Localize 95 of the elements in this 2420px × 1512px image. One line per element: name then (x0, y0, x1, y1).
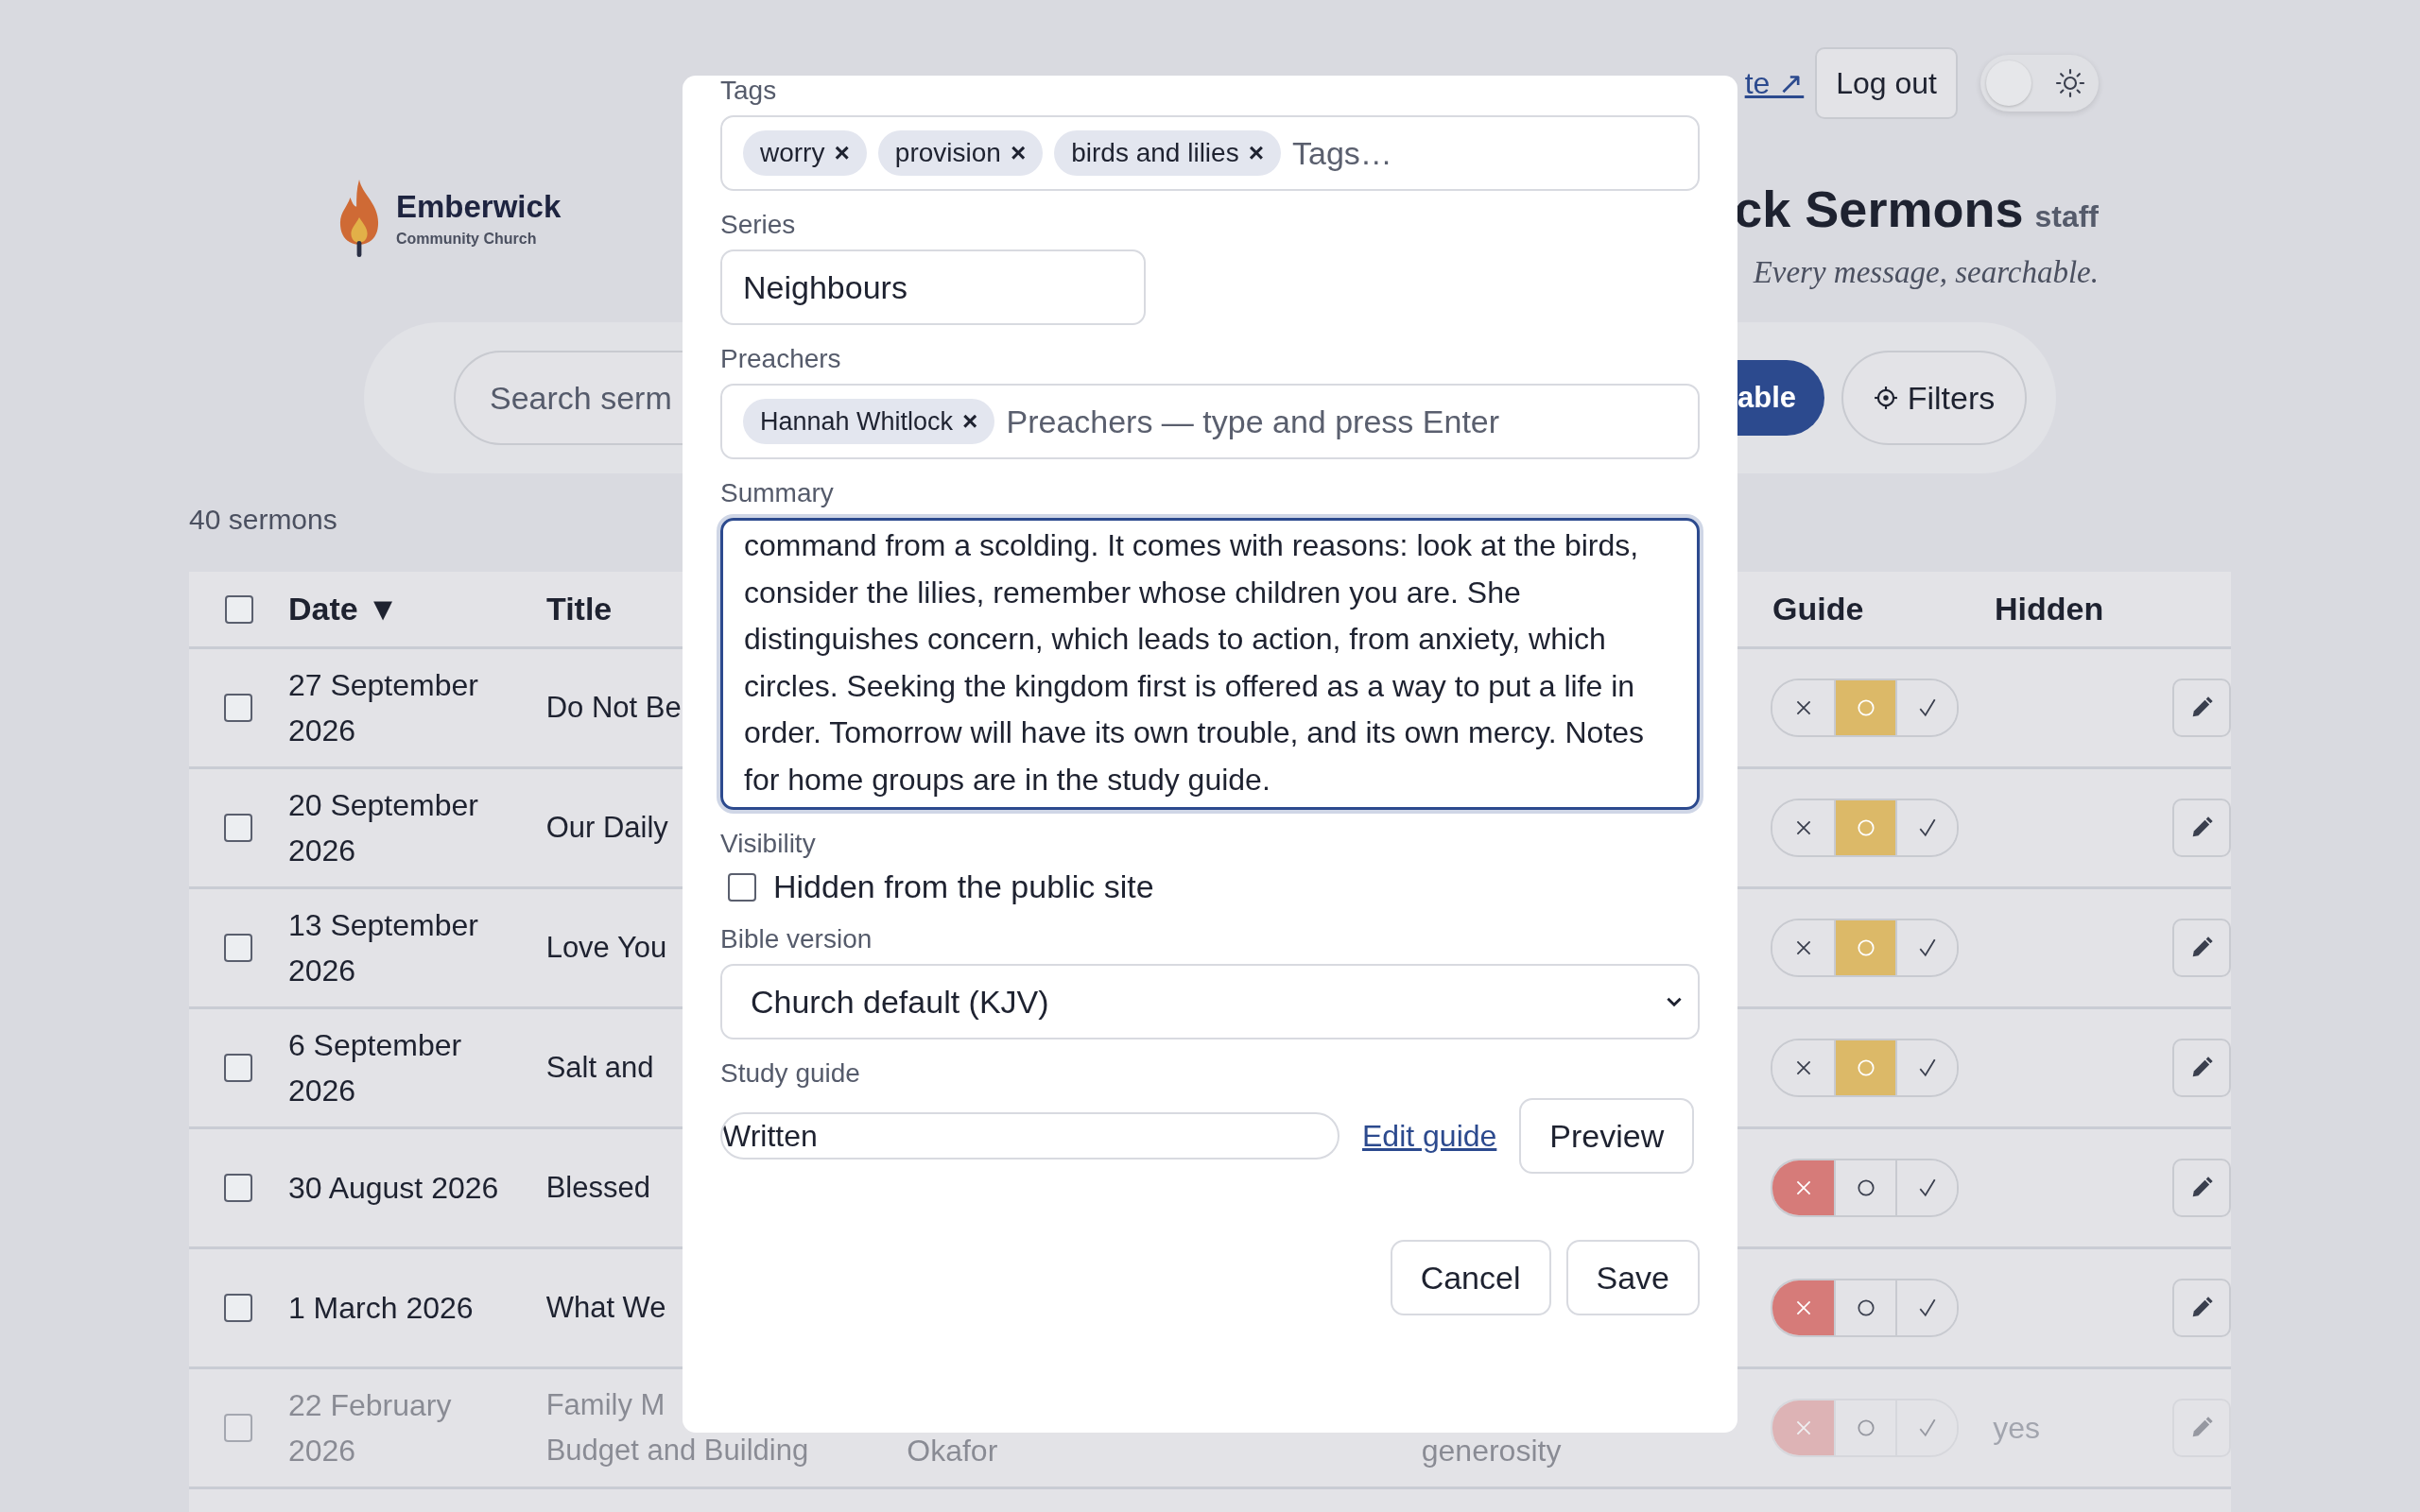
sermon-count: 40 sermons (189, 504, 338, 537)
hidden-checkbox[interactable] (728, 872, 756, 902)
save-button[interactable]: Save (1565, 1240, 1700, 1315)
date-cell-text: 27 September 2026 (287, 667, 479, 749)
row-checkbox[interactable] (224, 934, 253, 962)
tag-chip: worry × (743, 130, 867, 176)
tag-chip: birds and lilies × (1054, 130, 1281, 176)
remove-tag-button[interactable]: × (1248, 138, 1264, 168)
theme-toggle[interactable] (1980, 55, 2099, 112)
edit-guide-link[interactable]: Edit guide (1362, 1118, 1497, 1154)
logout-button[interactable]: Log out (1815, 47, 1958, 119)
row-checkbox[interactable] (224, 694, 253, 722)
field-label: Visibility (720, 829, 817, 859)
date-cell-text: 20 September 2026 (287, 787, 479, 869)
preacher-cell-text: Okafor (907, 1433, 998, 1469)
guide-option-button[interactable] (1834, 1040, 1896, 1095)
study-guide-field[interactable]: Written (720, 1112, 1340, 1160)
column-header[interactable]: Title (546, 591, 613, 627)
edit-button[interactable] (2172, 1039, 2231, 1097)
church-name: Emberwick (396, 189, 562, 225)
column-header[interactable]: Guide (1772, 591, 1864, 627)
title-cell-text: Love You (545, 930, 667, 966)
title-cell-text: Budget and Building (545, 1433, 809, 1469)
tag-chip: provision × (877, 130, 1044, 176)
edit-button[interactable] (2172, 1279, 2231, 1337)
select-all-checkbox[interactable] (224, 594, 253, 624)
preachers-field[interactable]: Hannah Whitlock × Preachers — type and press Enter (720, 384, 1700, 459)
title-cell-text: Our Daily (545, 810, 668, 846)
guide-option-button[interactable] (1895, 1280, 1958, 1335)
edit-button[interactable] (2172, 799, 2231, 857)
circle-icon (1855, 1418, 1876, 1438)
filters-button[interactable]: Filters (1841, 351, 2027, 445)
guide-option-button[interactable] (1834, 680, 1896, 735)
guide-option-button[interactable] (1895, 680, 1958, 735)
checkbox-label: Hidden from the public site (773, 868, 1154, 905)
staff-label: staff (2034, 199, 2099, 234)
circle-icon (1855, 1177, 1876, 1198)
guide-option-button[interactable] (1895, 800, 1958, 855)
guide-option-button[interactable] (1895, 1160, 1958, 1215)
series-field[interactable]: Neighbours (720, 249, 1146, 325)
date-cell-text: 1 March 2026 (287, 1290, 475, 1327)
page-title: ck Sermons (1734, 180, 2024, 238)
date-cell-text: 13 September 2026 (287, 907, 479, 989)
title-cell-text: Family M (545, 1387, 666, 1423)
row-checkbox[interactable] (224, 814, 253, 842)
remove-preacher-button[interactable]: × (962, 406, 978, 437)
church-subtitle: Community Church (396, 231, 538, 248)
title-cell-text: Do Not Be (545, 690, 682, 726)
bible-version-dropdown[interactable]: Church default (KJV) (720, 964, 1700, 1040)
hidden-cell-text: yes (1993, 1410, 2040, 1447)
row-checkbox[interactable] (224, 1054, 253, 1082)
title-cell-text: Salt and (545, 1050, 654, 1086)
circle-icon (1855, 1297, 1876, 1318)
title-cell-text: What We (545, 1290, 666, 1326)
circle-icon (1855, 937, 1876, 958)
tags-placeholder: Tags… (1292, 134, 1392, 172)
tags-field[interactable]: worry × provision × birds and lilies × Tags… (720, 115, 1700, 191)
edit-button[interactable] (2172, 1159, 2231, 1217)
remove-tag-button[interactable]: × (1010, 138, 1027, 168)
row-checkbox[interactable] (224, 1294, 253, 1322)
preview-button[interactable]: Preview (1519, 1098, 1695, 1174)
field-label: Preachers (720, 344, 842, 374)
guide-option-button[interactable] (1772, 1160, 1835, 1215)
preachers-placeholder: Preachers — type and press Enter (1006, 403, 1500, 440)
guide-option-button[interactable] (1895, 920, 1958, 975)
field-label: Summary (720, 478, 835, 508)
date-cell-text: 6 September 2026 (287, 1027, 463, 1109)
settings-icon (1873, 386, 1898, 410)
date-cell-text: 22 February 2026 (287, 1387, 453, 1469)
edit-button[interactable] (2172, 679, 2231, 737)
nav-link[interactable]: te ↗ (1744, 65, 1805, 101)
field-label: Study guide (720, 1058, 861, 1089)
guide-option-button[interactable] (1895, 1040, 1958, 1095)
title-cell-text: Blessed (545, 1170, 650, 1206)
guide-option-button[interactable] (1834, 920, 1896, 975)
column-header[interactable]: Hidden (1995, 591, 2104, 627)
circle-icon (1855, 1057, 1876, 1078)
tagline: Every message, searchable. (1753, 255, 2099, 290)
date-cell-text: 30 August 2026 (287, 1170, 500, 1207)
field-label: Bible version (720, 924, 873, 954)
remove-tag-button[interactable]: × (834, 138, 850, 168)
guide-option-button[interactable] (1834, 800, 1896, 855)
field-label: Series (720, 210, 797, 240)
preacher-chip: Hannah Whitlock × (743, 399, 995, 444)
tags-cell-text: generosity (1421, 1433, 1562, 1469)
field-label: Tags (720, 76, 778, 106)
column-header[interactable]: Date ▼ (288, 591, 399, 627)
cancel-button[interactable]: Cancel (1390, 1240, 1551, 1315)
circle-icon (1855, 697, 1876, 718)
guide-option-button[interactable] (1772, 1280, 1835, 1335)
guide-option-button[interactable] (1772, 1400, 1835, 1455)
edit-button[interactable] (2172, 919, 2231, 977)
circle-icon (1855, 817, 1876, 838)
row-checkbox[interactable] (224, 1174, 253, 1202)
sun-icon (2055, 68, 2085, 98)
